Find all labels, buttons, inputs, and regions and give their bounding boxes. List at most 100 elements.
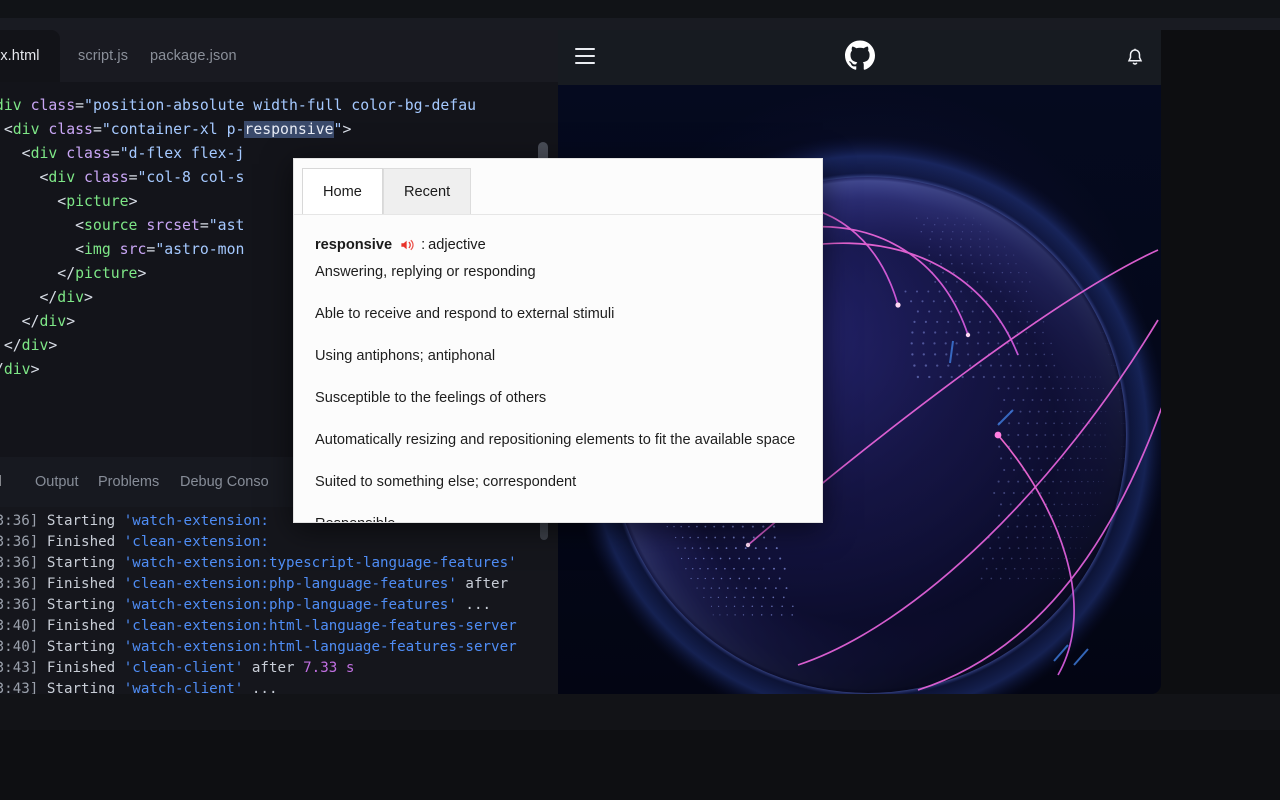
terminal-token: 9:43:36]: [0, 597, 47, 613]
panel-tab-output[interactable]: Output: [35, 457, 79, 507]
terminal-token: 9:43:43]: [0, 660, 47, 676]
terminal-token: 'clean-client': [124, 660, 244, 676]
dictionary-tab-bar: Home Recent: [294, 159, 823, 215]
code-token: <: [4, 121, 13, 138]
dictionary-definition-list: Able to receive and respond to external …: [315, 304, 806, 523]
code-token: "position-absolute width-full color-bg-d…: [84, 97, 476, 114]
terminal-token: Starting: [47, 639, 124, 655]
dictionary-tab-label: Recent: [404, 184, 450, 200]
code-token: class: [66, 145, 111, 162]
code-line: <div class="container-xl p-responsive">: [0, 118, 558, 142]
code-token: source: [84, 217, 137, 234]
code-token: "d-flex flex-j: [120, 145, 245, 162]
terminal-token: after: [457, 576, 508, 592]
dictionary-tab-home[interactable]: Home: [302, 168, 383, 214]
terminal-token: 'clean-extension:: [124, 534, 269, 550]
code-token: </: [39, 289, 57, 306]
dictionary-definition-item: Using antiphons; antiphonal: [315, 346, 806, 388]
dictionary-definition-item: Suited to something else; correspondent: [315, 472, 806, 514]
panel-tab-debug-console[interactable]: Debug Conso: [180, 457, 269, 507]
terminal-token: ...: [457, 597, 491, 613]
code-token: div: [57, 289, 84, 306]
code-token: class: [31, 97, 76, 114]
code-token: picture: [75, 265, 137, 282]
dictionary-popup: Home Recent responsive : adjective An: [293, 158, 823, 523]
terminal-token: 'clean-extension:html-language-features-…: [124, 618, 517, 634]
editor-tab-label: package.json: [150, 48, 237, 64]
code-token: img: [84, 241, 111, 258]
dictionary-tab-recent[interactable]: Recent: [383, 168, 471, 214]
code-token: =: [146, 241, 155, 258]
code-token: srcset: [146, 217, 199, 234]
terminal-line: 9:43:40] Starting 'watch-extension:html-…: [0, 637, 558, 658]
terminal-line: 9:43:43] Starting 'watch-client' ...: [0, 679, 558, 694]
hamburger-menu-icon[interactable]: [575, 48, 595, 66]
terminal-token: Starting: [47, 513, 124, 529]
code-token: </: [57, 265, 75, 282]
terminal-line: 9:43:40] Finished 'clean-extension:html-…: [0, 616, 558, 637]
speaker-audio-icon[interactable]: [400, 238, 415, 252]
code-token: "col-8 col-s: [138, 169, 245, 186]
desktop-lower-band: [0, 730, 1280, 800]
terminal-token: Starting: [47, 555, 124, 571]
dictionary-part-of-speech: adjective: [428, 237, 486, 253]
code-token: "container-xl p-: [102, 121, 245, 138]
terminal-token: ...: [243, 681, 277, 694]
code-token: </: [22, 313, 40, 330]
code-token: >: [31, 361, 40, 378]
editor-tab-package-json[interactable]: package.json: [132, 30, 255, 82]
code-token: [111, 241, 120, 258]
selected-token: responsive: [244, 121, 333, 138]
code-token: div: [31, 145, 58, 162]
terminal-token: 9:43:36]: [0, 555, 47, 571]
code-token: >: [137, 265, 146, 282]
github-header-bar: [558, 30, 1161, 85]
code-token: div: [48, 169, 75, 186]
code-token: class: [84, 169, 129, 186]
editor-tab-label: script.js: [78, 48, 128, 64]
terminal-token: Finished: [47, 660, 124, 676]
editor-tab-index-html[interactable]: dex.html: [0, 30, 60, 82]
terminal-token: 7.33 s: [303, 660, 354, 676]
code-token: div: [0, 97, 22, 114]
code-line: <div class="position-absolute width-full…: [0, 94, 558, 118]
code-token: [75, 169, 84, 186]
panel-tab-label: Output: [35, 474, 79, 490]
notification-bell-icon[interactable]: [1125, 47, 1145, 74]
terminal-token: 9:43:36]: [0, 576, 47, 592]
terminal-line: 9:43:43] Finished 'clean-client' after 7…: [0, 658, 558, 679]
terminal-token: 'watch-extension:html-language-features-…: [124, 639, 517, 655]
code-token: </: [4, 337, 22, 354]
terminal-token: 'clean-extension:php-language-features': [124, 576, 457, 592]
desktop-root: dex.html script.js package.json <div cla…: [0, 0, 1280, 800]
dictionary-word: responsive: [315, 237, 392, 253]
code-token: >: [66, 313, 75, 330]
panel-tab-problems[interactable]: Problems: [98, 457, 159, 507]
dictionary-entry-header: responsive : adjective: [315, 237, 806, 253]
terminal-token: Starting: [47, 597, 124, 613]
code-token: =: [111, 145, 120, 162]
terminal-token: Starting: [47, 681, 124, 694]
code-token: src: [120, 241, 147, 258]
editor-tab-bar: dex.html script.js package.json: [0, 30, 558, 82]
code-token: class: [48, 121, 93, 138]
code-token: <: [75, 241, 84, 258]
terminal-token: 'watch-client': [124, 681, 244, 694]
code-token: div: [22, 337, 49, 354]
github-octocat-logo[interactable]: [845, 40, 875, 75]
code-token: [22, 97, 31, 114]
terminal-token: Finished: [47, 534, 124, 550]
terminal-token: after: [243, 660, 303, 676]
code-token: div: [13, 121, 40, 138]
code-token: div: [4, 361, 31, 378]
desktop-secondary-band: [0, 18, 1280, 30]
code-token: [57, 145, 66, 162]
terminal-token: 9:43:36]: [0, 534, 47, 550]
terminal-token: 9:43:40]: [0, 639, 47, 655]
panel-tab-terminal[interactable]: rminal: [0, 457, 1, 507]
terminal-output[interactable]: 9:43:36] Starting 'watch-extension:9:43:…: [0, 507, 558, 694]
terminal-token: 9:43:40]: [0, 618, 47, 634]
terminal-line: 9:43:36] Finished 'clean-extension:: [0, 532, 558, 553]
dictionary-definition-item: Susceptible to the feelings of others: [315, 388, 806, 430]
dictionary-definition-item: Responsible: [315, 514, 806, 523]
